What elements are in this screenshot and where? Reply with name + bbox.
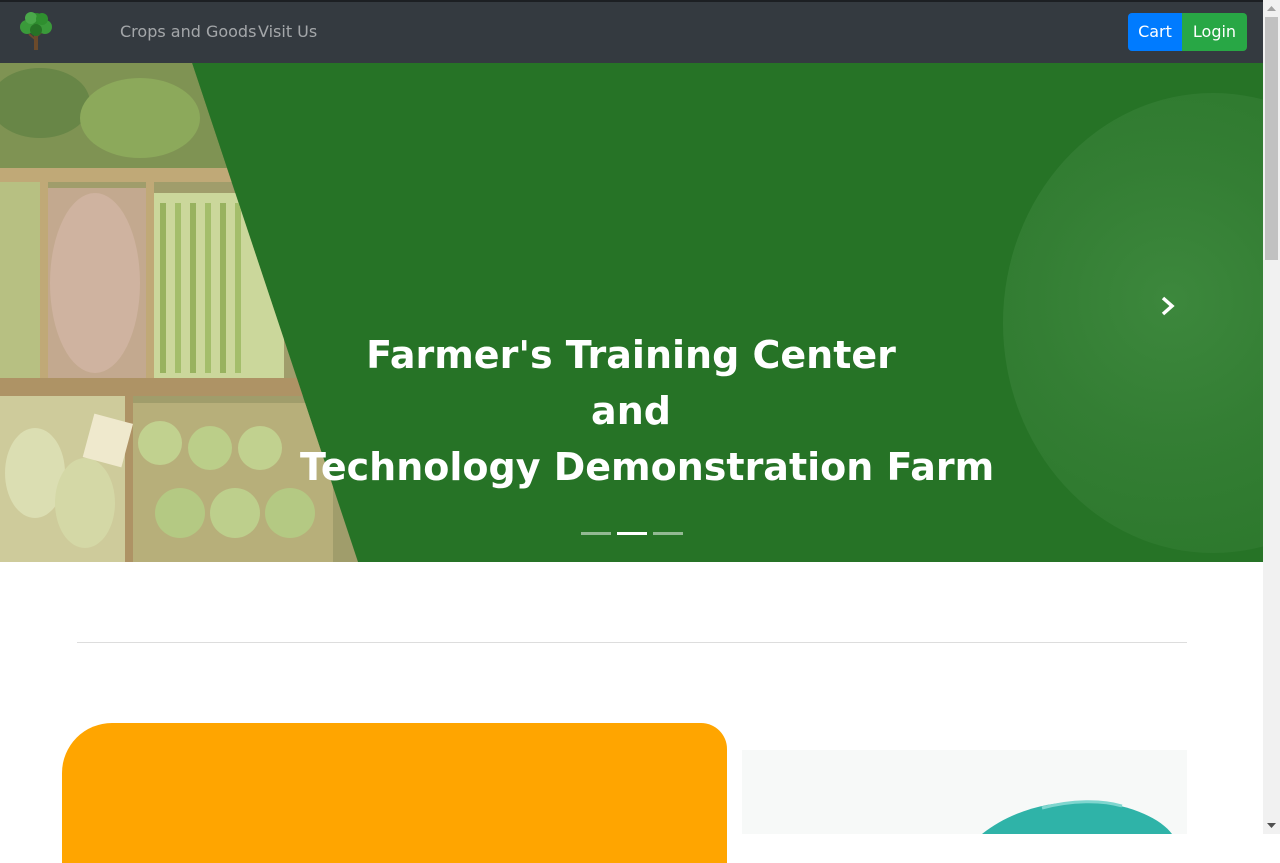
hero-carousel: Farmer's Training Center and Technology … bbox=[0, 63, 1263, 562]
hero-title: Farmer's Training Center and Technology … bbox=[300, 327, 995, 495]
cart-button[interactable]: Cart bbox=[1128, 13, 1182, 51]
carousel-indicators bbox=[581, 532, 683, 535]
product-image bbox=[742, 750, 1187, 834]
login-button[interactable]: Login bbox=[1182, 13, 1247, 51]
park-background-circle bbox=[1003, 93, 1263, 553]
orange-feature-card bbox=[62, 723, 727, 863]
scroll-up-arrow-icon[interactable] bbox=[1263, 0, 1280, 17]
hero-title-line-1: Farmer's Training Center bbox=[366, 333, 896, 377]
carousel-indicator-1[interactable] bbox=[581, 532, 611, 535]
navbar: Crops and Goods Visit Us Cart Login bbox=[0, 2, 1263, 63]
nav-link-crops-and-goods[interactable]: Crops and Goods bbox=[120, 23, 256, 41]
carousel-indicator-2[interactable] bbox=[617, 532, 647, 535]
tree-logo-icon[interactable] bbox=[16, 10, 56, 52]
hero-title-line-3: Technology Demonstration Farm bbox=[300, 445, 995, 489]
auth-button-group: Cart Login bbox=[1128, 13, 1247, 51]
carousel-indicator-3[interactable] bbox=[653, 532, 683, 535]
hero-title-line-2: and bbox=[591, 389, 671, 433]
scrollbar-thumb[interactable] bbox=[1265, 17, 1278, 260]
section-divider bbox=[77, 642, 1187, 643]
chevron-right-icon[interactable] bbox=[1158, 295, 1178, 317]
nav-link-visit-us[interactable]: Visit Us bbox=[258, 23, 317, 41]
scroll-down-arrow-icon[interactable] bbox=[1263, 817, 1280, 834]
